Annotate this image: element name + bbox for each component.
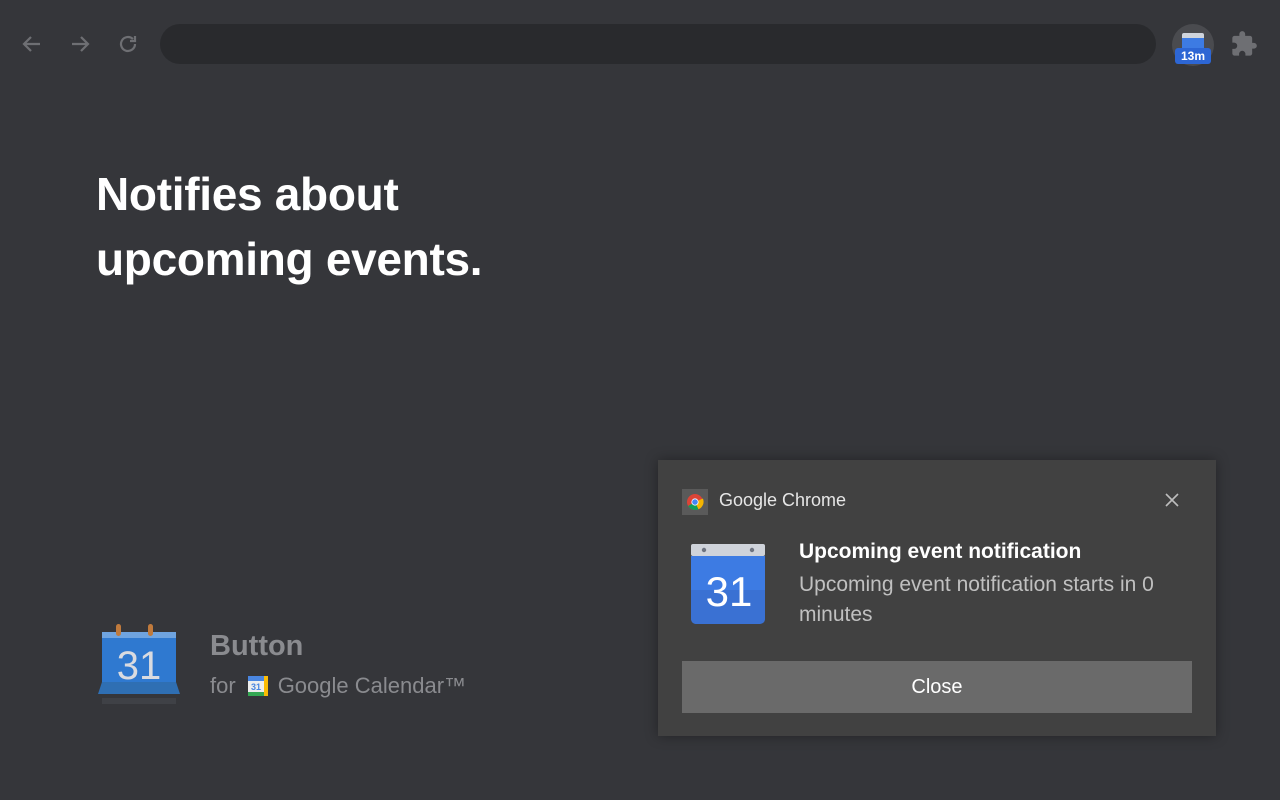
address-bar[interactable] <box>160 24 1156 64</box>
notification-title: Upcoming event notification <box>799 540 1081 564</box>
calendar-logo-icon: 31 <box>96 624 182 706</box>
svg-text:31: 31 <box>251 682 261 692</box>
notification-app-name: Google Chrome <box>719 490 846 511</box>
notification-body: Upcoming event notification starts in 0 … <box>799 570 1199 630</box>
headline-line-2: upcoming events. <box>96 227 656 292</box>
arrow-left-icon <box>20 32 44 56</box>
notification-close-button[interactable] <box>1160 488 1184 512</box>
google-calendar-icon: 31 <box>246 674 270 698</box>
brand-for: for <box>210 673 236 699</box>
arrow-right-icon <box>68 32 92 56</box>
chrome-icon <box>682 489 708 515</box>
promo-headline: Notifies about upcoming events. <box>96 162 656 292</box>
reload-icon <box>116 32 140 56</box>
back-button[interactable] <box>16 28 48 60</box>
calendar-extension-button[interactable]: 13m <box>1172 24 1214 66</box>
extensions-menu-button[interactable] <box>1230 30 1258 58</box>
browser-toolbar: 13m <box>0 0 1280 88</box>
close-icon <box>1164 492 1180 508</box>
notification-toast: Google Chrome 31 Upcoming event notifica… <box>658 460 1216 736</box>
logo-number: 31 <box>117 644 162 688</box>
brand-title: Button <box>210 630 303 663</box>
brand-subtitle: for 31 Google Calendar™ <box>210 672 466 700</box>
event-icon-number: 31 <box>706 568 753 615</box>
headline-line-1: Notifies about <box>96 162 656 227</box>
puzzle-icon <box>1230 30 1258 58</box>
reload-button[interactable] <box>112 28 144 60</box>
extension-badge: 13m <box>1175 48 1211 64</box>
forward-button[interactable] <box>64 28 96 60</box>
brand-product: Google Calendar™ <box>278 673 466 699</box>
close-button[interactable]: Close <box>682 661 1192 713</box>
calendar-event-icon: 31 <box>688 544 770 628</box>
